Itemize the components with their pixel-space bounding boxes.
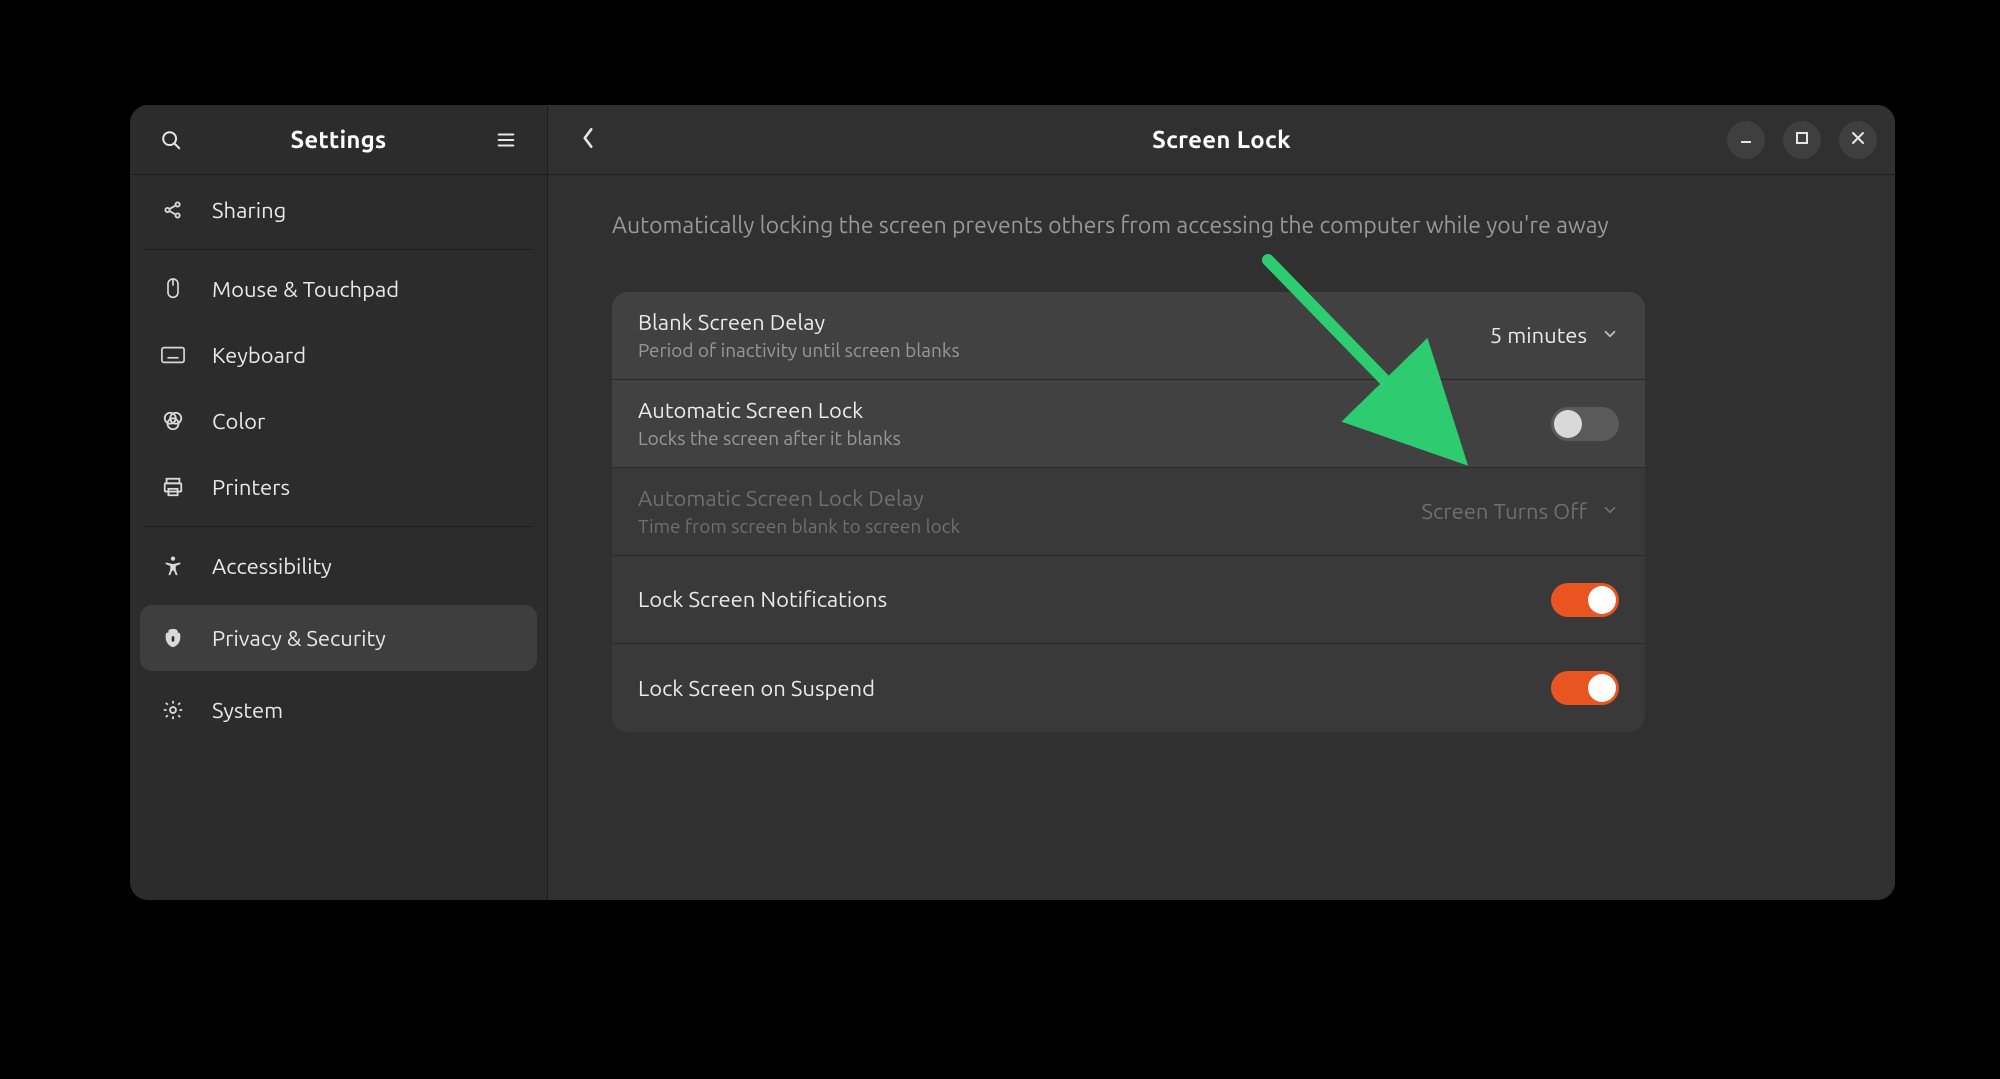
row-text: Lock Screen Notifications [638, 587, 1551, 612]
sidebar-item-system[interactable]: System [130, 677, 547, 743]
privacy-icon [160, 625, 186, 651]
sidebar-item-mouse[interactable]: Mouse & Touchpad [130, 256, 547, 322]
page-body: Automatically locking the screen prevent… [548, 175, 1895, 900]
sidebar-item-label: Keyboard [212, 343, 306, 368]
sidebar-item-label: Printers [212, 475, 290, 500]
content-pane: Screen Lock [548, 105, 1895, 900]
window-close-button[interactable] [1839, 121, 1877, 159]
row-automatic-screen-lock-delay: Automatic Screen Lock Delay Time from sc… [612, 468, 1645, 556]
sidebar-item-label: Privacy & Security [212, 626, 386, 651]
sidebar-item-accessibility[interactable]: Accessibility [130, 533, 547, 599]
menu-button[interactable] [487, 121, 525, 159]
settings-group: Blank Screen Delay Period of inactivity … [612, 292, 1645, 732]
row-value: Screen Turns Off [1422, 499, 1587, 524]
page-title: Screen Lock [1152, 126, 1291, 153]
sidebar-item-color[interactable]: Color [130, 388, 547, 454]
row-title: Automatic Screen Lock [638, 398, 1551, 423]
row-title: Automatic Screen Lock Delay [638, 486, 1422, 511]
sidebar: Settings Sharing Mouse & Touchpad [130, 105, 548, 900]
chevron-down-icon [1601, 325, 1619, 347]
keyboard-icon [160, 342, 186, 368]
sidebar-item-sharing[interactable]: Sharing [130, 177, 547, 243]
row-title: Lock Screen Notifications [638, 587, 1551, 612]
window-minimize-button[interactable] [1727, 121, 1765, 159]
row-subtitle: Period of inactivity until screen blanks [638, 339, 1490, 361]
maximize-icon [1795, 131, 1809, 149]
search-button[interactable] [152, 121, 190, 159]
gear-icon [160, 697, 186, 723]
row-value: 5 minutes [1490, 323, 1587, 348]
printer-icon [160, 474, 186, 500]
headerbar: Screen Lock [548, 105, 1895, 175]
row-text: Lock Screen on Suspend [638, 676, 1551, 701]
window-maximize-button[interactable] [1783, 121, 1821, 159]
chevron-down-icon [1601, 501, 1619, 523]
sidebar-title: Settings [291, 126, 387, 153]
search-icon [160, 129, 182, 151]
automatic-screen-lock-toggle[interactable] [1551, 407, 1619, 441]
chevron-left-icon [579, 125, 597, 155]
row-text: Automatic Screen Lock Locks the screen a… [638, 398, 1551, 449]
sidebar-item-label: Mouse & Touchpad [212, 277, 399, 302]
hamburger-icon [495, 129, 517, 151]
sidebar-item-label: Sharing [212, 198, 286, 223]
share-icon [160, 197, 186, 223]
row-lock-screen-notifications[interactable]: Lock Screen Notifications [612, 556, 1645, 644]
sidebar-list: Sharing Mouse & Touchpad Keyboard Co [130, 175, 547, 900]
accessibility-icon [160, 553, 186, 579]
sidebar-item-keyboard[interactable]: Keyboard [130, 322, 547, 388]
sidebar-item-printers[interactable]: Printers [130, 454, 547, 520]
sidebar-divider [144, 526, 533, 527]
window-controls [1727, 121, 1877, 159]
close-icon [1851, 131, 1865, 149]
sidebar-item-label: System [212, 698, 283, 723]
row-lock-screen-on-suspend[interactable]: Lock Screen on Suspend [612, 644, 1645, 732]
row-subtitle: Locks the screen after it blanks [638, 427, 1551, 449]
sidebar-item-label: Color [212, 409, 265, 434]
color-icon [160, 408, 186, 434]
mouse-icon [160, 276, 186, 302]
row-blank-screen-delay[interactable]: Blank Screen Delay Period of inactivity … [612, 292, 1645, 380]
settings-window: Settings Sharing Mouse & Touchpad [130, 105, 1895, 900]
sidebar-item-privacy[interactable]: Privacy & Security [140, 605, 537, 671]
lock-screen-on-suspend-toggle[interactable] [1551, 671, 1619, 705]
row-text: Blank Screen Delay Period of inactivity … [638, 310, 1490, 361]
row-title: Lock Screen on Suspend [638, 676, 1551, 701]
minimize-icon [1739, 131, 1753, 149]
row-text: Automatic Screen Lock Delay Time from sc… [638, 486, 1422, 537]
row-subtitle: Time from screen blank to screen lock [638, 515, 1422, 537]
page-description: Automatically locking the screen prevent… [612, 209, 1632, 242]
lock-screen-notifications-toggle[interactable] [1551, 583, 1619, 617]
sidebar-item-label: Accessibility [212, 554, 332, 579]
sidebar-header: Settings [130, 105, 547, 175]
back-button[interactable] [566, 118, 610, 162]
sidebar-divider [144, 249, 533, 250]
row-automatic-screen-lock[interactable]: Automatic Screen Lock Locks the screen a… [612, 380, 1645, 468]
row-title: Blank Screen Delay [638, 310, 1490, 335]
